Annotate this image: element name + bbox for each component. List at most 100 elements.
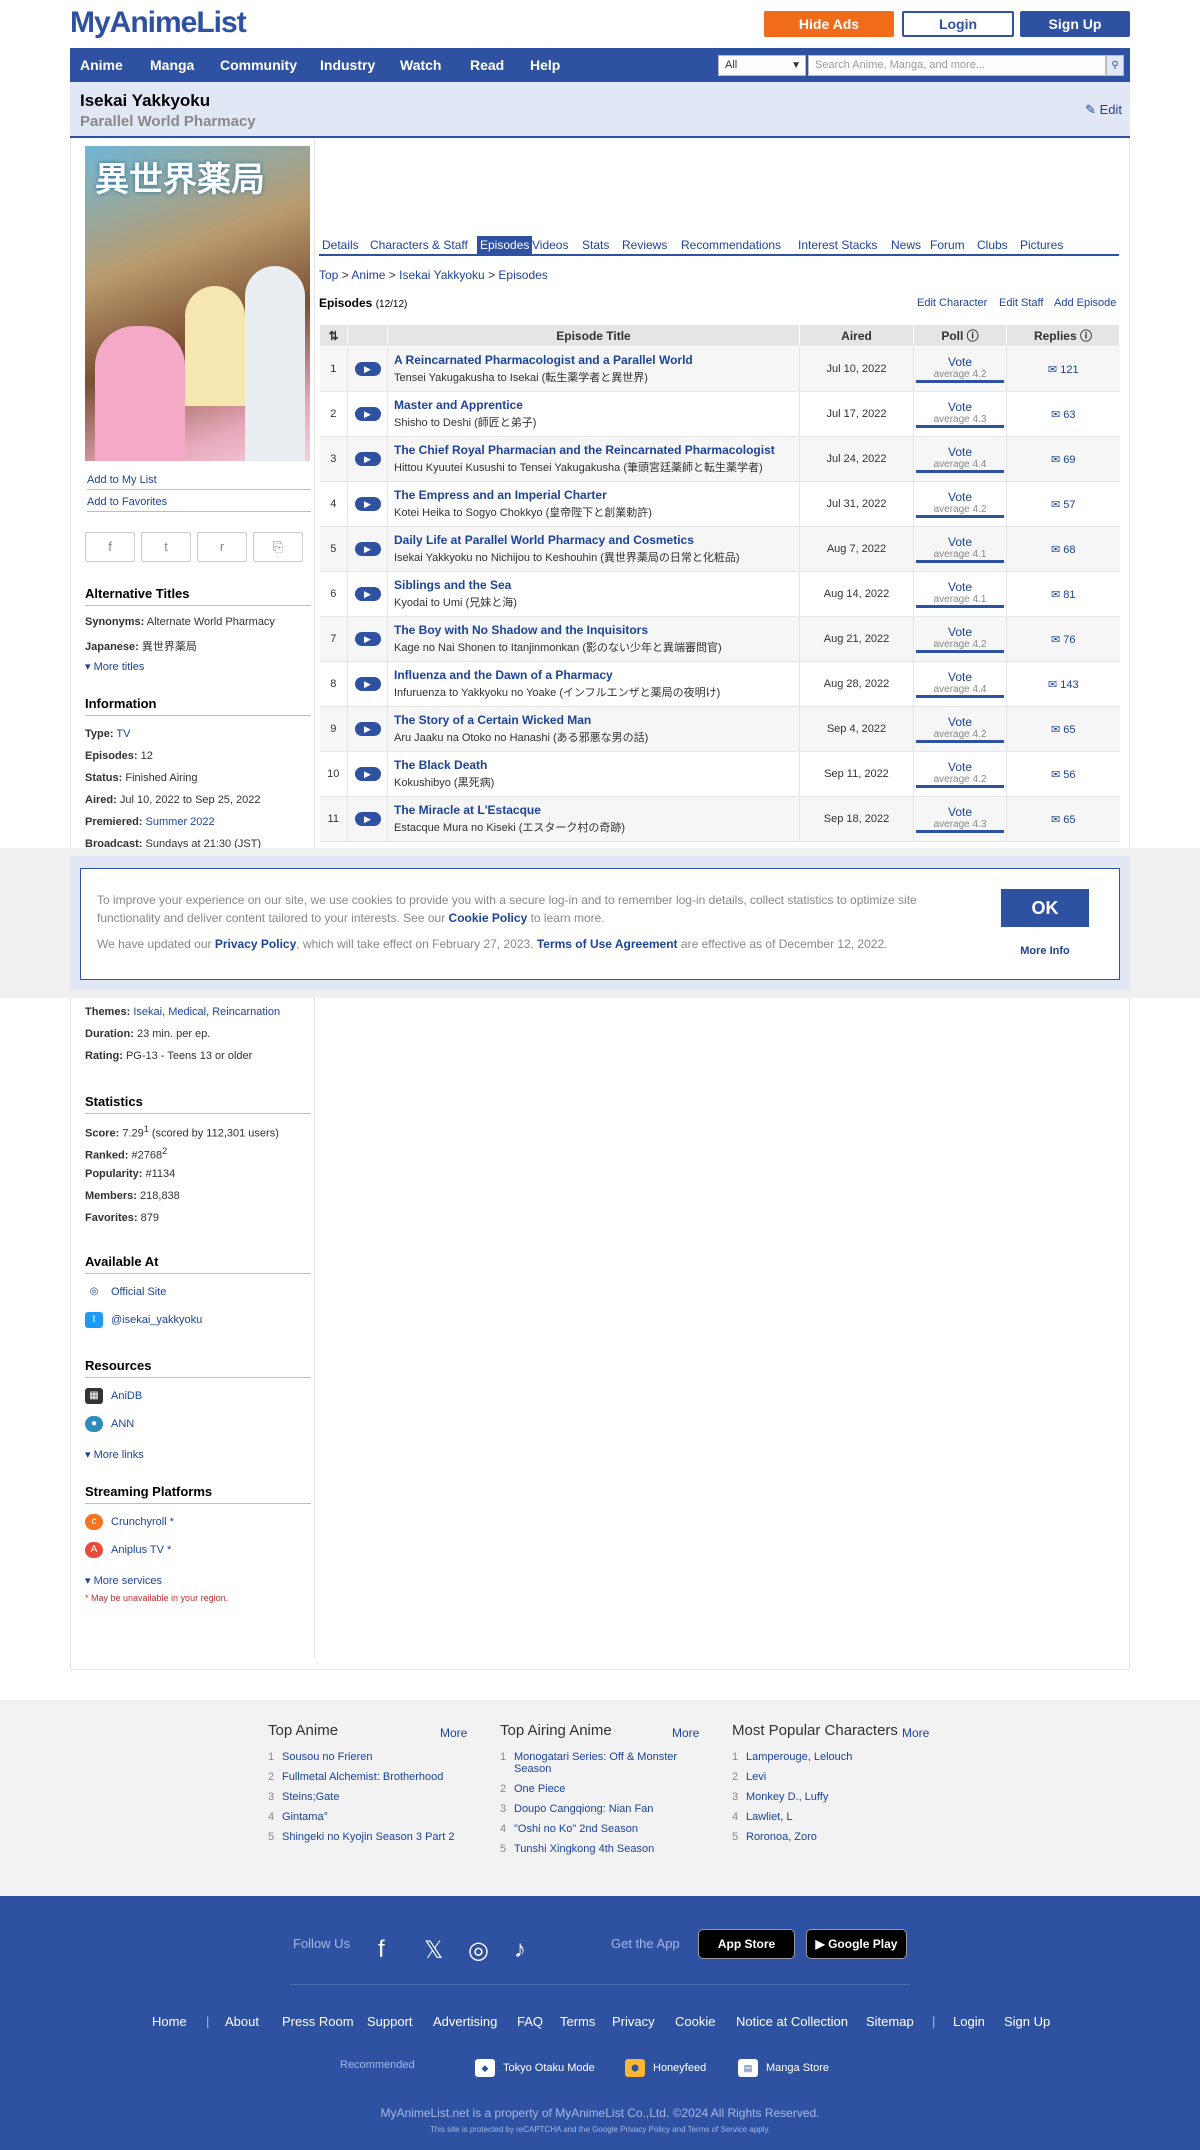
episode-replies[interactable]: ✉ 56: [1006, 751, 1120, 797]
top-airing-item[interactable]: 5 Tunshi Xingkong 4th Season: [500, 1843, 700, 1855]
vote-link[interactable]: Vote: [914, 445, 1006, 459]
top-anime-item[interactable]: 5 Shingeki no Kyojin Season 3 Part 2: [268, 1831, 468, 1843]
vote-link[interactable]: Vote: [914, 355, 1006, 369]
nav-anime[interactable]: Anime: [80, 48, 123, 82]
tiktok-icon[interactable]: ♪: [514, 1936, 526, 1964]
add-to-list-link[interactable]: Add to My List: [87, 474, 311, 490]
footer-link[interactable]: Sitemap: [866, 2014, 914, 2029]
episode-replies[interactable]: ✉ 57: [1006, 481, 1120, 527]
edit-character-link[interactable]: Edit Character: [917, 297, 987, 309]
add-to-favorites-link[interactable]: Add to Favorites: [87, 496, 311, 512]
top-anime-item[interactable]: 2 Fullmetal Alchemist: Brotherhood: [268, 1771, 468, 1783]
vote-link[interactable]: Vote: [914, 760, 1006, 774]
popular-character-item[interactable]: 3 Monkey D., Luffy: [732, 1791, 932, 1803]
tab-stats[interactable]: Stats: [579, 236, 612, 254]
footer-link[interactable]: Advertising: [433, 2014, 497, 2029]
breadcrumb-episodes[interactable]: Episodes: [498, 268, 547, 282]
tab-reviews[interactable]: Reviews: [619, 236, 670, 254]
instagram-icon[interactable]: ◎: [468, 1936, 489, 1965]
video-icon[interactable]: ▶: [347, 571, 388, 617]
nav-read[interactable]: Read: [470, 48, 504, 82]
episode-title-link[interactable]: The Miracle at L'Estacque: [394, 803, 793, 817]
footer-link[interactable]: FAQ: [517, 2014, 543, 2029]
hide-ads-button[interactable]: Hide Ads: [764, 11, 894, 37]
tab-clubs[interactable]: Clubs: [974, 236, 1011, 254]
tab-pictures[interactable]: Pictures: [1017, 236, 1066, 254]
vote-link[interactable]: Vote: [914, 490, 1006, 504]
search-category-select[interactable]: All ▼: [718, 55, 806, 76]
add-episode-link[interactable]: Add Episode: [1054, 297, 1116, 309]
episode-replies[interactable]: ✉ 65: [1006, 706, 1120, 752]
nav-help[interactable]: Help: [530, 48, 560, 82]
crunchyroll-link[interactable]: c Crunchyroll *: [85, 1514, 311, 1530]
video-icon[interactable]: ▶: [347, 706, 388, 752]
footer-link[interactable]: Privacy: [612, 2014, 655, 2029]
vote-link[interactable]: Vote: [914, 535, 1006, 549]
more-titles-link[interactable]: ▾ More titles: [85, 660, 311, 673]
twitter-icon[interactable]: 𝕏: [424, 1936, 443, 1965]
episode-replies[interactable]: ✉ 68: [1006, 526, 1120, 572]
link-share-icon[interactable]: ⎘: [253, 532, 303, 562]
video-icon[interactable]: ▶: [347, 661, 388, 707]
tab-forum[interactable]: Forum: [927, 236, 968, 254]
top-airing-item[interactable]: 4 "Oshi no Ko" 2nd Season: [500, 1823, 700, 1835]
vote-link[interactable]: Vote: [914, 670, 1006, 684]
popular-character-item[interactable]: 4 Lawliet, L: [732, 1811, 932, 1823]
episode-title-link[interactable]: The Black Death: [394, 758, 793, 772]
video-icon[interactable]: ▶: [347, 436, 388, 482]
footer-link[interactable]: Cookie: [675, 2014, 715, 2029]
tab-characters-staff[interactable]: Characters & Staff: [367, 236, 471, 254]
video-icon[interactable]: ▶: [347, 616, 388, 662]
more-links-link[interactable]: ▾ More links: [85, 1448, 311, 1461]
episode-title-link[interactable]: A Reincarnated Pharmacologist and a Para…: [394, 353, 793, 367]
top-airing-item[interactable]: 3 Doupo Cangqiong: Nian Fan: [500, 1803, 700, 1815]
google-play-button[interactable]: ▶ Google Play: [806, 1929, 907, 1959]
top-anime-item[interactable]: 4 Gintama°: [268, 1811, 468, 1823]
popular-character-item[interactable]: 1 Lamperouge, Lelouch: [732, 1751, 932, 1763]
search-icon[interactable]: ⚲: [1106, 55, 1124, 76]
top-anime-item[interactable]: 3 Steins;Gate: [268, 1791, 468, 1803]
anidb-link[interactable]: ▦ AniDB: [85, 1388, 311, 1404]
footer-link[interactable]: About: [225, 2014, 259, 2029]
video-icon[interactable]: ▶: [347, 526, 388, 572]
cookie-ok-button[interactable]: OK: [1001, 889, 1089, 927]
video-icon[interactable]: ▶: [347, 346, 388, 392]
nav-watch[interactable]: Watch: [400, 48, 441, 82]
breadcrumb-title[interactable]: Isekai Yakkyoku: [399, 268, 485, 282]
edit-link[interactable]: ✎ Edit: [1085, 102, 1122, 118]
vote-link[interactable]: Vote: [914, 715, 1006, 729]
nav-community[interactable]: Community: [220, 48, 297, 82]
tokyo-otaku-mode-link[interactable]: ◆ Tokyo Otaku Mode: [475, 2059, 595, 2077]
tab-interest-stacks[interactable]: Interest Stacks: [795, 236, 880, 254]
video-icon[interactable]: ▶: [347, 481, 388, 527]
search-input[interactable]: Search Anime, Manga, and more...: [808, 55, 1106, 76]
episode-replies[interactable]: ✉ 76: [1006, 616, 1120, 662]
top-airing-item[interactable]: 1 Monogatari Series: Off & Monster Season: [500, 1751, 700, 1775]
vote-link[interactable]: Vote: [914, 625, 1006, 639]
facebook-share-icon[interactable]: f: [85, 532, 135, 562]
episode-title-link[interactable]: The Chief Royal Pharmacian and the Reinc…: [394, 443, 793, 457]
login-button[interactable]: Login: [902, 11, 1014, 37]
terms-of-use-link[interactable]: Terms of Use Agreement: [537, 937, 678, 951]
top-anime-more-link[interactable]: More: [440, 1726, 467, 1740]
video-icon[interactable]: ▶: [347, 391, 388, 437]
episode-replies[interactable]: ✉ 63: [1006, 391, 1120, 437]
tab-episodes[interactable]: Episodes: [477, 236, 533, 254]
breadcrumb-anime[interactable]: Anime: [351, 268, 385, 282]
tab-videos[interactable]: Videos: [529, 236, 571, 254]
tab-details[interactable]: Details: [319, 236, 362, 254]
top-anime-item[interactable]: 1 Sousou no Frieren: [268, 1751, 468, 1763]
episode-title-link[interactable]: The Boy with No Shadow and the Inquisito…: [394, 623, 793, 637]
vote-link[interactable]: Vote: [914, 400, 1006, 414]
theme-link[interactable]: Medical: [168, 1006, 206, 1018]
edit-staff-link[interactable]: Edit Staff: [999, 297, 1043, 309]
manga-store-link[interactable]: ▤ Manga Store: [738, 2059, 829, 2077]
episode-title-link[interactable]: The Empress and an Imperial Charter: [394, 488, 793, 502]
episode-replies[interactable]: ✉ 81: [1006, 571, 1120, 617]
app-store-button[interactable]: App Store: [698, 1929, 795, 1959]
cookie-policy-link[interactable]: Cookie Policy: [449, 911, 528, 925]
reddit-share-icon[interactable]: r: [197, 532, 247, 562]
video-icon[interactable]: ▶: [347, 796, 388, 842]
aniplus-link[interactable]: A Aniplus TV *: [85, 1542, 311, 1558]
site-logo[interactable]: MyAnimeList: [70, 6, 247, 40]
